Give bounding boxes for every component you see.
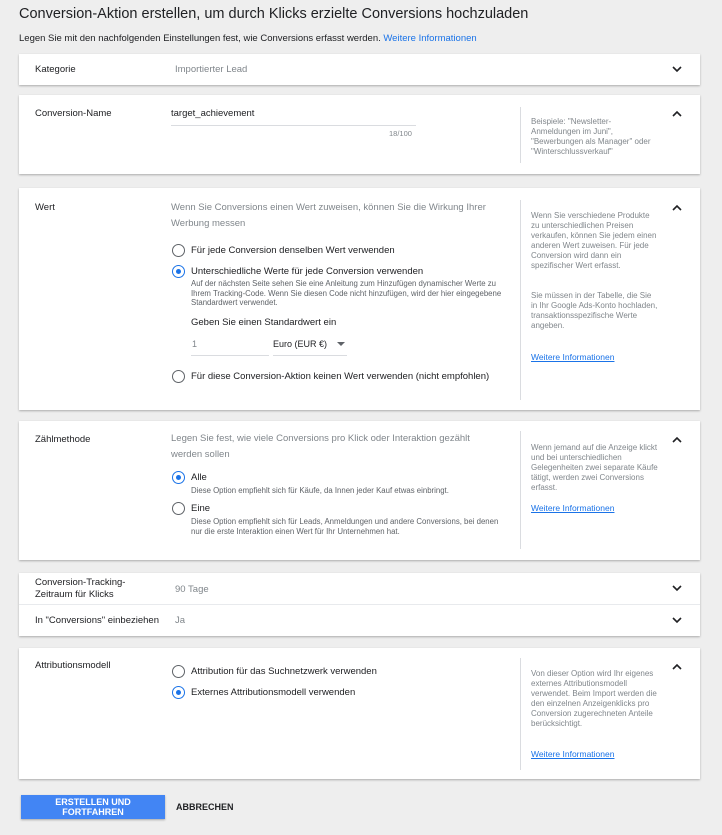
currency-select[interactable]: Euro (EUR €) (273, 335, 347, 356)
einbeziehen-label: In "Conversions" einbeziehen (35, 615, 159, 626)
zaehlmethode-description: Legen Sie fest, wie viele Conversions pr… (171, 433, 470, 460)
help-divider (520, 431, 521, 549)
tracking-row[interactable]: Conversion-Tracking-Zeitraum für Klicks … (19, 573, 700, 604)
conversion-name-help: Beispiele: "Newsletter-Anmeldungen im Ju… (531, 117, 651, 156)
zaehlmethode-eine-label: Eine (191, 503, 211, 514)
zaehlmethode-alle-label: Alle (191, 472, 207, 483)
currency-value: Euro (EUR €) (273, 339, 328, 349)
zaehlmethode-alle-hint: Diese Option empfiehlt sich für Käufe, d… (191, 486, 449, 495)
wert-option-different-radio[interactable] (172, 265, 185, 278)
default-value-input[interactable]: 1 (191, 335, 269, 356)
chevron-up-icon[interactable] (670, 107, 684, 121)
tracking-value: 90 Tage (175, 584, 209, 595)
attribution-search-radio[interactable] (172, 665, 185, 678)
attribution-label: Attributionsmodell (35, 660, 111, 671)
zaehlmethode-section: Zählmethode Legen Sie fest, wie viele Co… (19, 421, 700, 560)
chevron-down-icon[interactable] (670, 613, 684, 627)
zaehlmethode-label: Zählmethode (35, 434, 91, 445)
create-and-continue-button[interactable]: ERSTELLEN UND FORTFAHREN (21, 795, 165, 819)
dropdown-arrow-icon (337, 342, 345, 346)
character-counter: 18/100 (389, 129, 412, 138)
wert-option-none-label: Für diese Conversion-Aktion keinen Wert … (191, 371, 490, 382)
conversion-name-label: Conversion-Name (35, 108, 112, 119)
conversion-name-section: Conversion-Name target_achievement 18/10… (19, 95, 700, 174)
zaehlmethode-eine-hint: Diese Option empfiehlt sich für Leads, A… (191, 517, 499, 536)
zaehlmethode-learn-more-link[interactable]: Weitere Informationen (531, 503, 614, 513)
wert-label: Wert (35, 202, 55, 213)
einbeziehen-row[interactable]: In "Conversions" einbeziehen Ja (19, 605, 700, 636)
wert-option-different-hint: Auf der nächsten Seite sehen Sie eine An… (191, 279, 502, 307)
page-title: Conversion-Aktion erstellen, um durch Kl… (19, 6, 529, 22)
help-divider (520, 107, 521, 163)
zaehlmethode-help: Wenn jemand auf die Anzeige klickt und b… (531, 443, 658, 492)
wert-option-same-label: Für jede Conversion denselben Wert verwe… (191, 245, 395, 256)
attribution-search-label: Attribution für das Suchnetzwerk verwend… (191, 666, 377, 677)
attribution-external-label: Externes Attributionsmodell verwenden (191, 687, 356, 698)
wert-learn-more-link[interactable]: Weitere Informationen (531, 352, 614, 362)
kategorie-label: Kategorie (35, 64, 76, 75)
kategorie-section[interactable]: Kategorie Importierter Lead (19, 54, 700, 85)
wert-option-same-radio[interactable] (172, 244, 185, 257)
chevron-down-icon[interactable] (670, 581, 684, 595)
kategorie-value: Importierter Lead (175, 64, 248, 75)
conversion-name-value: target_achievement (171, 108, 255, 119)
tracking-label: Conversion-Tracking-Zeitraum für Klicks (35, 577, 126, 600)
wert-option-none-radio[interactable] (172, 370, 185, 383)
intro-description: Legen Sie mit den nachfolgenden Einstell… (19, 33, 381, 44)
attribution-help: Von dieser Option wird Ihr eigenes exter… (531, 669, 657, 728)
zaehlmethode-eine-radio[interactable] (172, 502, 185, 515)
intro-learn-more-link[interactable]: Weitere Informationen (383, 33, 476, 44)
wert-section: Wert Wenn Sie Conversions einen Wert zuw… (19, 188, 700, 410)
attribution-external-radio[interactable] (172, 686, 185, 699)
chevron-up-icon[interactable] (670, 201, 684, 215)
chevron-down-icon[interactable] (670, 62, 684, 76)
intro-text: Legen Sie mit den nachfolgenden Einstell… (19, 33, 477, 44)
wert-description: Wenn Sie Conversions einen Wert zuweisen… (171, 202, 486, 229)
einbeziehen-value: Ja (175, 615, 186, 626)
attribution-section: Attributionsmodell Attribution für das S… (19, 648, 700, 779)
chevron-up-icon[interactable] (670, 660, 684, 674)
tracking-einbeziehen-section: Conversion-Tracking-Zeitraum für Klicks … (19, 573, 700, 636)
attribution-learn-more-link[interactable]: Weitere Informationen (531, 749, 614, 759)
cancel-button[interactable]: ABBRECHEN (170, 795, 240, 819)
zaehlmethode-alle-radio[interactable] (172, 471, 185, 484)
default-value: 1 (192, 339, 198, 349)
chevron-up-icon[interactable] (670, 433, 684, 447)
wert-help-1: Wenn Sie verschiedene Produkte zu unters… (531, 211, 657, 270)
wert-option-different-label: Unterschiedliche Werte für jede Conversi… (191, 266, 424, 277)
help-divider (520, 658, 521, 770)
help-divider (520, 200, 521, 400)
wert-help-2: Sie müssen in der Tabelle, die Sie in Ih… (531, 291, 658, 330)
conversion-name-input[interactable]: target_achievement (171, 105, 416, 126)
default-value-label: Geben Sie einen Standardwert ein (191, 317, 337, 328)
